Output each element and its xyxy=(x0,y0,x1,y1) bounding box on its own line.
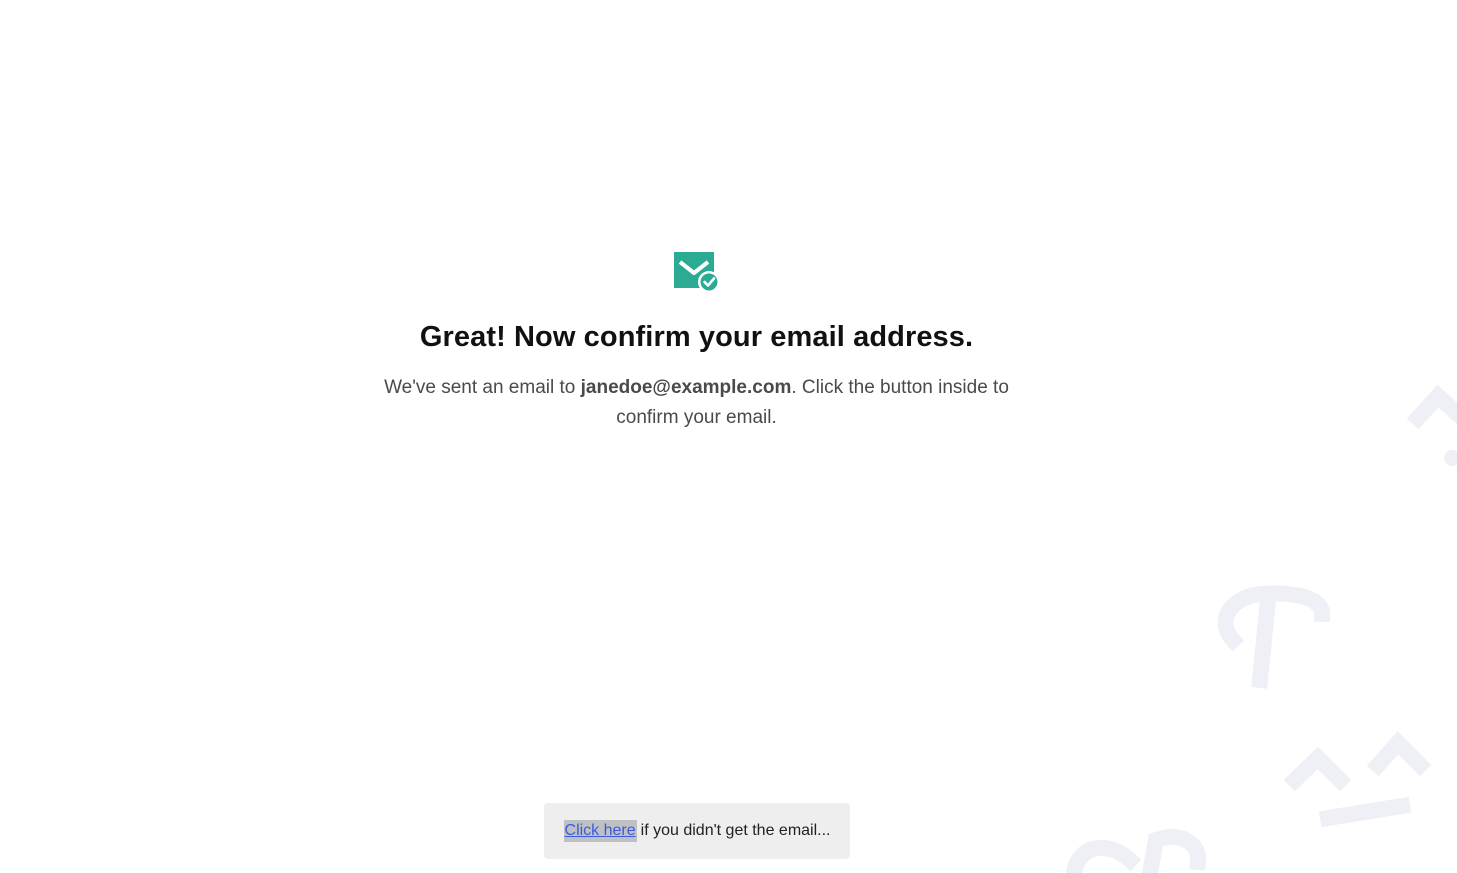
message-prefix: We've sent an email to xyxy=(384,377,581,398)
email-address: janedoe@example.com xyxy=(580,377,792,398)
resend-email-notice: Click here if you didn't get the email..… xyxy=(544,803,850,859)
email-confirmation-page: Great! Now confirm your email address. W… xyxy=(0,0,1457,873)
page-title: Great! Now confirm your email address. xyxy=(419,321,974,353)
confirmation-panel: Great! Now confirm your email address. W… xyxy=(0,252,1393,433)
resend-email-link[interactable]: Click here xyxy=(563,820,637,842)
resend-hint-text: if you didn't get the email... xyxy=(640,822,831,839)
confirmation-message: We've sent an email to janedoe@example.c… xyxy=(377,373,1017,433)
background-decoration xyxy=(1065,384,1457,873)
mail-check-icon xyxy=(673,252,720,293)
